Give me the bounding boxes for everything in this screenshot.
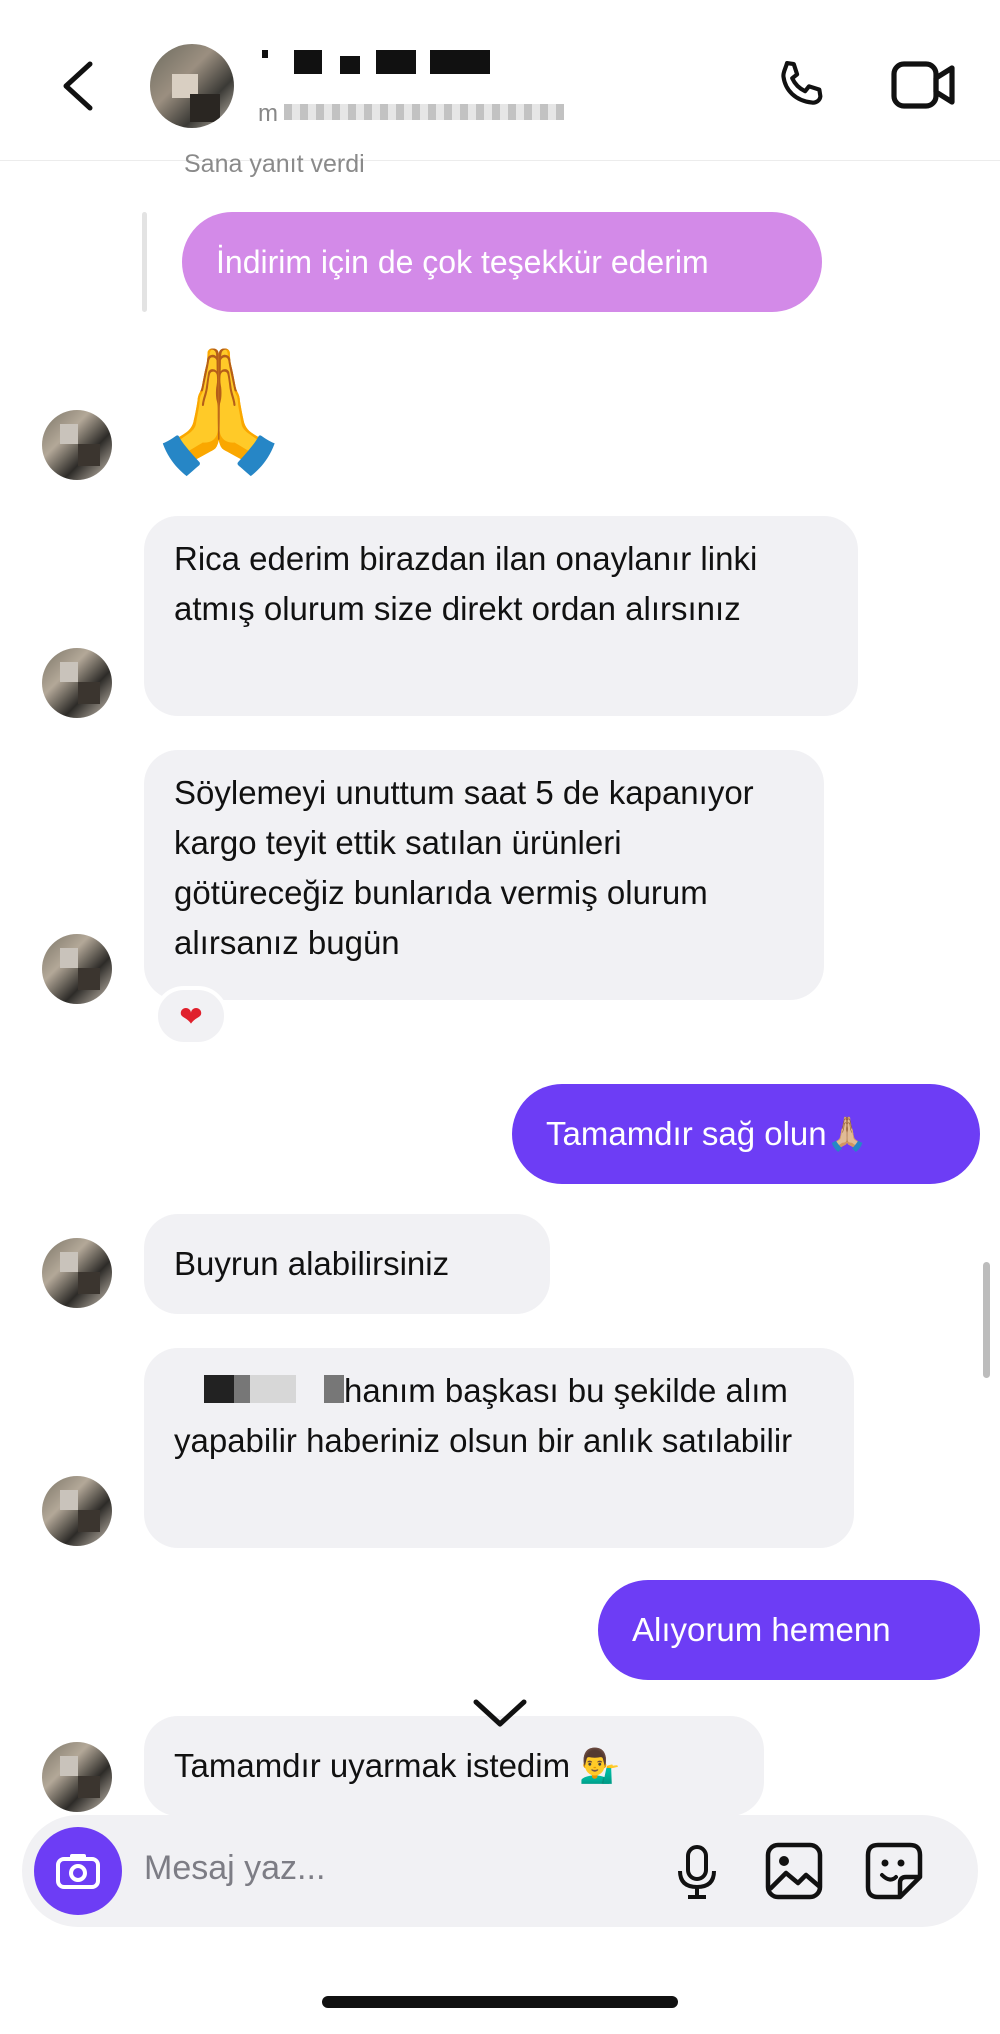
- incoming-message[interactable]: Tamamdır uyarmak istedim 💁‍♂️: [144, 1716, 764, 1816]
- contact-username-redacted: m: [258, 100, 568, 127]
- incoming-message[interactable]: Rica ederim birazdan ilan onaylanır link…: [144, 516, 858, 716]
- message-text: Tamamdır sağ olun🙏🏼: [546, 1115, 868, 1152]
- message-text: Buyrun alabilirsiniz: [174, 1245, 450, 1282]
- video-call-icon[interactable]: [890, 58, 956, 112]
- camera-button[interactable]: [34, 1827, 122, 1915]
- message-text: Rica ederim birazdan ilan onaylanır link…: [174, 540, 758, 627]
- sender-avatar[interactable]: [42, 1476, 112, 1546]
- reply-indicator-line: [142, 212, 147, 312]
- phone-call-icon[interactable]: [770, 54, 832, 116]
- home-indicator[interactable]: [322, 1996, 678, 2008]
- gallery-image-icon[interactable]: [764, 1841, 824, 1901]
- contact-avatar[interactable]: [150, 44, 234, 128]
- incoming-message[interactable]: hanım başkası bu şekilde alım yapabilir …: [144, 1348, 854, 1548]
- message-text: Alıyorum hemenn: [632, 1611, 891, 1648]
- incoming-message[interactable]: Söylemeyi unuttum saat 5 de kapanıyor ka…: [144, 750, 824, 1000]
- heart-reaction[interactable]: ❤: [154, 986, 228, 1046]
- sender-avatar[interactable]: [42, 1742, 112, 1812]
- contact-name-redacted[interactable]: [258, 50, 498, 76]
- message-text: Tamamdır uyarmak istedim 💁‍♂️: [174, 1747, 621, 1784]
- sender-avatar[interactable]: [42, 1238, 112, 1308]
- sender-avatar[interactable]: [42, 648, 112, 718]
- scroll-down-chevron-icon[interactable]: [472, 1698, 528, 1730]
- outgoing-message[interactable]: Tamamdır sağ olun🙏🏼: [512, 1084, 980, 1184]
- camera-icon: [56, 1854, 100, 1889]
- message-text: Söylemeyi unuttum saat 5 de kapanıyor ka…: [174, 774, 754, 961]
- emoji-message[interactable]: 🙏: [144, 340, 293, 480]
- sticker-icon[interactable]: [864, 1841, 924, 1901]
- username-prefix: m: [258, 100, 278, 127]
- redacted-name: [174, 1375, 344, 1404]
- message-composer: Mesaj yaz...: [22, 1815, 978, 1927]
- microphone-icon[interactable]: [672, 1843, 722, 1903]
- chat-header: m: [0, 0, 1000, 161]
- back-arrow-icon[interactable]: [58, 58, 98, 114]
- message-input[interactable]: Mesaj yaz...: [144, 1849, 325, 1888]
- outgoing-message[interactable]: Alıyorum hemenn: [598, 1580, 980, 1680]
- quoted-message-text: İndirim için de çok teşekkür ederim: [216, 244, 709, 280]
- quoted-message[interactable]: İndirim için de çok teşekkür ederim: [182, 212, 822, 312]
- incoming-message[interactable]: Buyrun alabilirsiniz: [144, 1214, 550, 1314]
- sender-avatar[interactable]: [42, 934, 112, 1004]
- scrollbar[interactable]: [983, 1262, 990, 1378]
- reply-note: Sana yanıt verdi: [184, 150, 365, 178]
- sender-avatar[interactable]: [42, 410, 112, 480]
